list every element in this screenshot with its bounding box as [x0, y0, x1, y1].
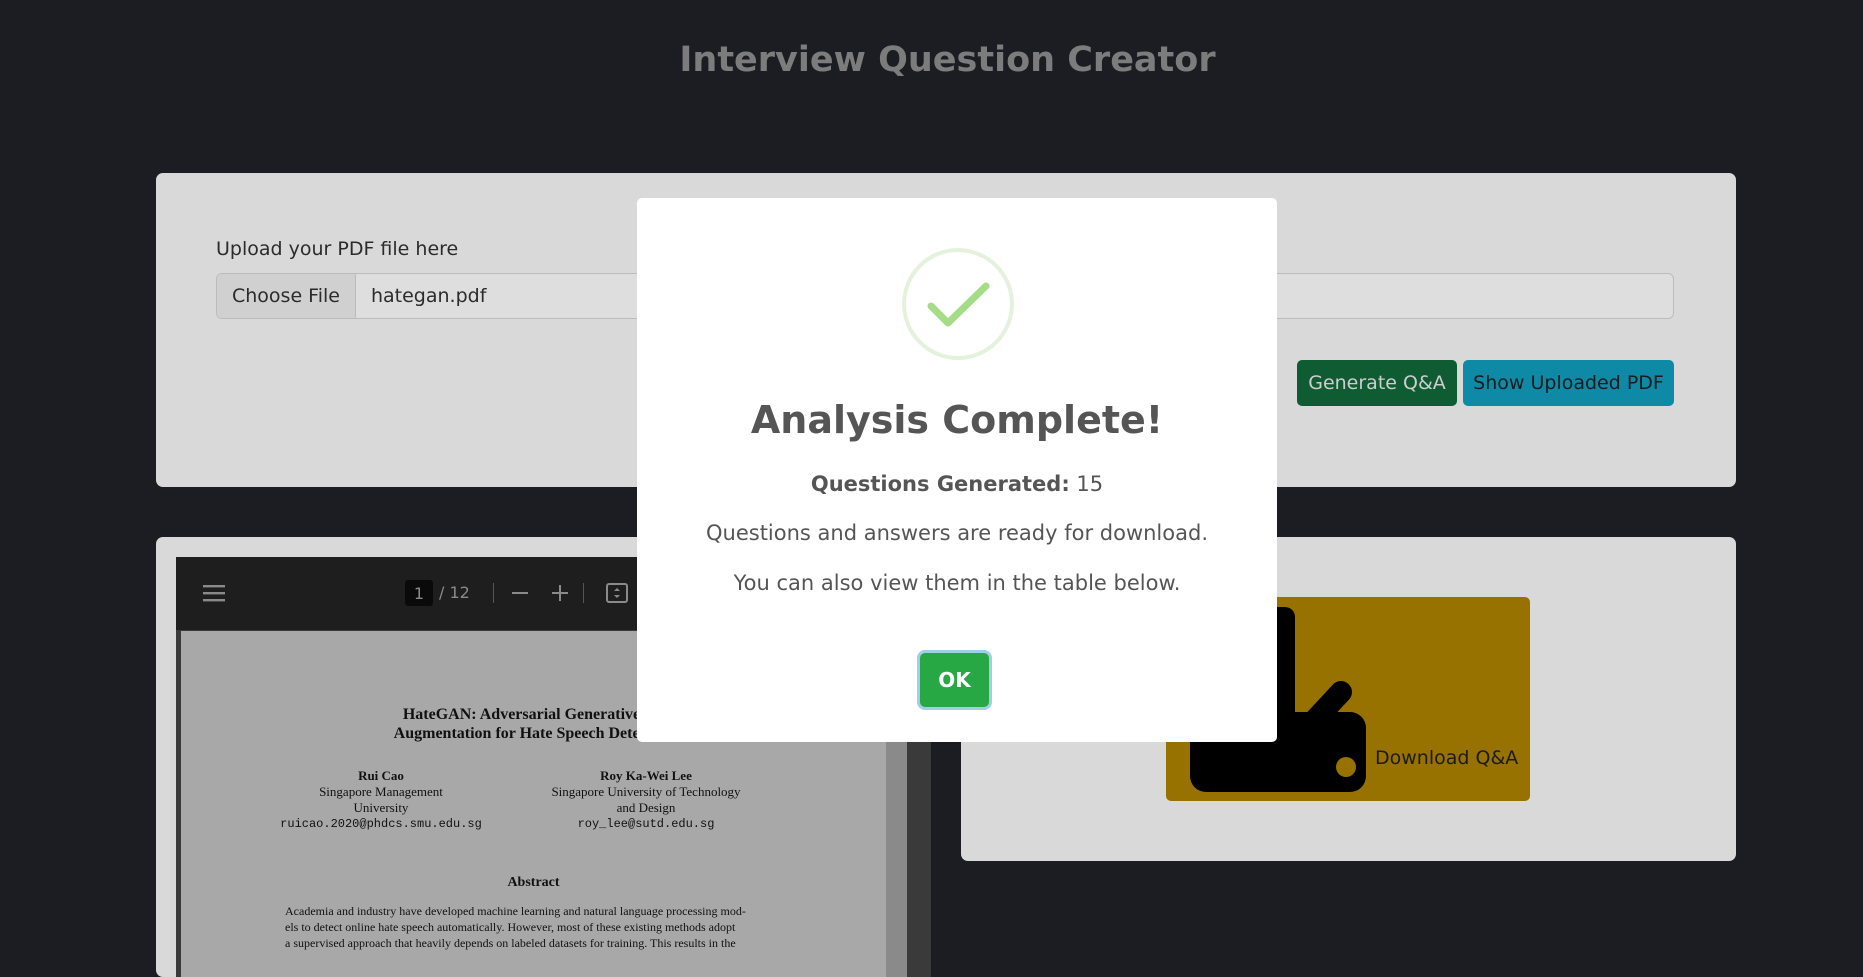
success-modal: Analysis Complete! Questions Generated: … [637, 198, 1277, 742]
modal-title: Analysis Complete! [750, 398, 1164, 442]
questions-generated: Questions Generated: 15 [637, 472, 1277, 496]
modal-overlay: Analysis Complete! Questions Generated: … [0, 0, 1863, 959]
success-check-icon [902, 248, 1014, 360]
ok-button[interactable]: OK [920, 653, 989, 707]
questions-generated-value: 15 [1076, 472, 1104, 496]
modal-message-1: Questions and answers are ready for down… [706, 521, 1208, 545]
modal-message-2: You can also view them in the table belo… [733, 571, 1181, 595]
questions-generated-label: Questions Generated: [810, 472, 1070, 496]
